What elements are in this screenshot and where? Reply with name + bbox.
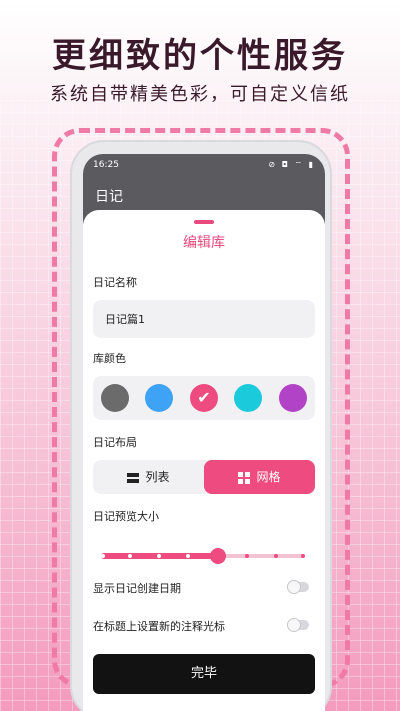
layout-list-label: 列表	[145, 470, 170, 484]
color-swatch-gray[interactable]	[101, 384, 129, 412]
status-bar: 16:25 ⊘ ◘ ⌔ ▮	[93, 160, 315, 174]
color-swatch-cyan[interactable]	[234, 384, 262, 412]
color-picker: ✔	[93, 376, 315, 420]
promo-subline: 系统自带精美色彩，可自定义信纸	[50, 84, 350, 105]
toggle-knob	[287, 618, 301, 632]
grid-icon	[238, 471, 251, 484]
layout-list-button[interactable]: 列表	[93, 460, 204, 494]
slider-tick	[273, 554, 278, 558]
phone-screen: 16:25 ⊘ ◘ ⌔ ▮ 日记 编辑库 日记名称 库颜色 ✔ 日记布局 列表 …	[83, 154, 325, 711]
diary-name-input[interactable]	[93, 300, 315, 338]
show-date-toggle[interactable]	[287, 580, 309, 594]
list-icon	[127, 472, 140, 483]
layout-grid-label: 网格	[256, 470, 281, 484]
layout-segmented-control: 列表 网格	[93, 460, 315, 494]
app-title: 日记	[95, 189, 123, 205]
done-button[interactable]: 完毕	[93, 654, 315, 694]
sheet-drag-handle[interactable]	[194, 220, 214, 224]
status-time: 16:25	[93, 160, 119, 170]
toggle-knob	[287, 580, 301, 594]
title-cursor-label: 在标题上设置新的注释光标	[93, 620, 225, 633]
color-swatch-purple[interactable]	[279, 384, 307, 412]
title-cursor-row: 在标题上设置新的注释光标	[93, 618, 315, 634]
slider-tick	[101, 554, 105, 558]
slider-thumb[interactable]	[209, 548, 226, 564]
diary-layout-label: 日记布局	[93, 436, 137, 449]
title-cursor-toggle[interactable]	[287, 618, 309, 632]
preview-size-slider[interactable]	[101, 548, 305, 564]
slider-tick	[301, 554, 305, 558]
show-date-label: 显示日记创建日期	[93, 582, 181, 595]
color-swatch-blue[interactable]	[145, 384, 173, 412]
show-date-row: 显示日记创建日期	[93, 580, 315, 596]
check-icon: ✔	[197, 388, 211, 407]
color-swatch-pink[interactable]: ✔	[190, 384, 218, 412]
diary-name-label: 日记名称	[93, 276, 137, 289]
status-icons: ⊘ ◘ ⌔ ▮	[268, 160, 315, 169]
layout-grid-button[interactable]: 网格	[204, 460, 315, 494]
slider-tick	[244, 554, 249, 558]
sheet-title: 编辑库	[183, 235, 225, 251]
edit-library-sheet: 编辑库 日记名称 库颜色 ✔ 日记布局 列表 网格 日记预览大小 显示日记创建日…	[83, 210, 325, 711]
preview-size-label: 日记预览大小	[93, 510, 159, 523]
promo-headline: 更细致的个性服务	[52, 36, 348, 76]
library-color-label: 库颜色	[93, 352, 126, 365]
